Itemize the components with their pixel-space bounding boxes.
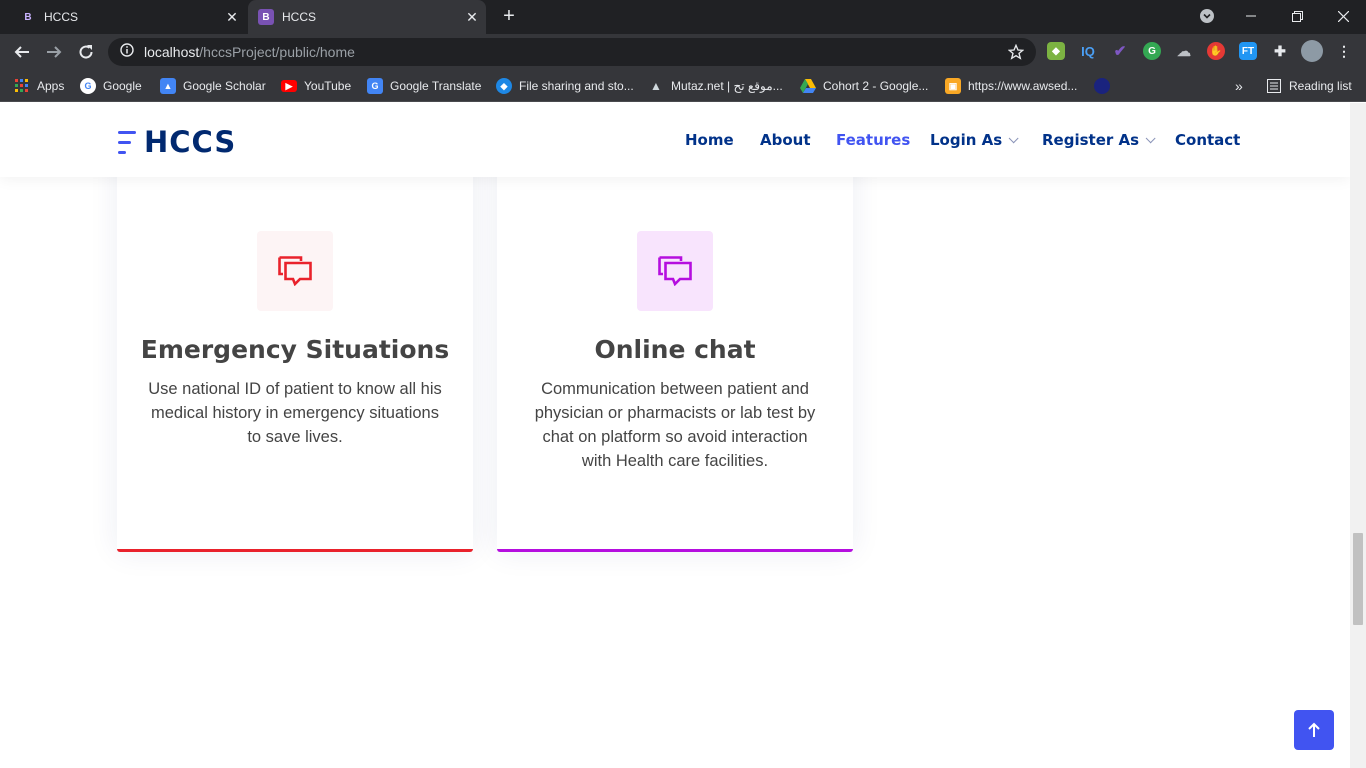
bookmark-label: YouTube [304,79,352,93]
bookmark-label: File sharing and sto... [519,79,634,93]
reload-icon[interactable] [74,40,98,64]
back-to-top-button[interactable] [1294,710,1334,750]
ft-extension-icon[interactable]: FT [1239,42,1257,60]
bookmark-label: Google [103,79,142,93]
mutaz-icon: ▲ [650,79,662,93]
bookmark-apps[interactable]: Apps [14,76,64,96]
browser-tab-bar: B HCCS ✕ B HCCS ✕ + [0,0,1366,34]
bookmark-unnamed[interactable] [1094,76,1117,96]
bookmarks-bar: Apps G Google ▲ Google Scholar ▶ YouTube… [0,70,1366,102]
tab-title: HCCS [44,10,79,24]
bookmark-label: Mutaz.net | موقع تح... [671,79,783,93]
reading-list-button[interactable]: Reading list [1266,76,1352,96]
chevron-down-icon [1145,132,1156,143]
chevron-down-icon [1008,132,1019,143]
card-accent-line [117,549,473,552]
menu-kebab-icon[interactable]: ⋮ [1335,42,1353,60]
minimize-icon[interactable] [1228,0,1274,32]
translate-icon: G [367,78,383,94]
chat-bubbles-icon [637,231,713,311]
browser-tab-active[interactable]: B HCCS ✕ [248,0,486,34]
puzzle-extensions-icon[interactable]: ✚ [1271,42,1289,60]
scrollbar-thumb[interactable] [1353,533,1363,625]
feature-title: Emergency Situations [140,335,450,364]
bootstrap-favicon-icon: B [24,11,32,23]
nav-home[interactable]: Home [685,131,734,149]
feature-description: Communication between patient and physic… [534,380,816,470]
box-icon: ▣ [945,78,961,94]
site-header: HCCS Home About Features Login As Regist… [0,103,1350,177]
bootstrap-favicon-icon: B [258,9,274,25]
site-info-icon[interactable] [120,42,134,62]
google-icon: G [80,78,96,94]
feature-card-online-chat: Online chat Communication between patien… [497,143,853,552]
nav-features[interactable]: Features [836,131,910,149]
tab-search-icon[interactable] [1184,0,1230,32]
check-extension-icon[interactable]: ✔ [1111,42,1129,60]
browser-tab[interactable]: B HCCS ✕ [8,0,246,34]
arrow-up-icon [1308,722,1320,737]
bookmark-awsed[interactable]: ▣ https://www.awsed... [945,76,1077,96]
nav-register-as[interactable]: Register As [1042,131,1156,149]
extension-icon[interactable]: ◆ [1047,42,1065,60]
feature-description: Use national ID of patient to know all h… [148,380,442,446]
reading-list-label: Reading list [1289,79,1352,93]
back-icon[interactable] [10,40,34,64]
page-scrollbar[interactable] [1350,103,1366,768]
bookmark-label: Google Translate [390,79,482,93]
page-viewport: HCCS Home About Features Login As Regist… [0,103,1350,768]
address-bar[interactable]: localhost/hccsProject/public/home [108,38,1036,66]
tab-title: HCCS [282,10,317,24]
logo-mark-icon [116,129,138,155]
nav-contact[interactable]: Contact [1175,131,1240,149]
bookmark-label: Cohort 2 - Google... [823,79,929,93]
close-tab-icon[interactable]: ✕ [224,9,240,25]
url-text: localhost/hccsProject/public/home [144,44,355,60]
drive-icon [800,78,816,94]
grammar-extension-icon[interactable]: G [1143,42,1161,60]
apps-grid-icon [14,78,30,94]
iq-extension-icon[interactable]: IQ [1079,42,1097,60]
nav-login-as-label: Login As [930,131,1003,149]
bookmark-google-scholar[interactable]: ▲ Google Scholar [160,76,266,96]
feature-card-emergency: Emergency Situations Use national ID of … [117,143,473,552]
scholar-icon: ▲ [160,78,176,94]
bookmark-label: Apps [37,79,65,93]
bookmark-favicon-icon [1094,78,1110,94]
bookmark-mutaz[interactable]: ▲ Mutaz.net | موقع تح... [648,76,783,96]
feature-title: Online chat [594,335,756,364]
url-path: /hccsProject/public/home [199,44,355,60]
bookmark-file-sharing[interactable]: ◆ File sharing and sto... [496,76,634,96]
nav-register-as-label: Register As [1042,131,1140,149]
bookmark-star-icon[interactable] [1007,43,1025,65]
logo-text: HCCS [144,125,237,159]
bookmark-youtube[interactable]: ▶ YouTube [281,76,351,96]
bookmark-label: Google Scholar [183,79,266,93]
youtube-icon: ▶ [281,80,297,92]
close-window-icon[interactable] [1320,0,1366,32]
forward-icon[interactable] [42,40,66,64]
bookmark-google-translate[interactable]: G Google Translate [367,76,481,96]
profile-avatar[interactable] [1301,40,1323,62]
url-host: localhost [144,44,200,60]
bookmark-label: https://www.awsed... [968,79,1078,93]
browser-toolbar: localhost/hccsProject/public/home ◆ IQ ✔… [0,34,1366,70]
site-logo[interactable]: HCCS [116,125,236,159]
close-tab-icon[interactable]: ✕ [464,9,480,25]
bookmark-cohort[interactable]: Cohort 2 - Google... [800,76,928,96]
adblock-extension-icon[interactable]: ✋ [1207,42,1225,60]
nav-login-as[interactable]: Login As [930,131,1019,149]
nav-about[interactable]: About [760,131,811,149]
vpn-extension-icon[interactable]: ☁ [1175,42,1193,60]
bookmark-google[interactable]: G Google [80,76,142,96]
restore-icon[interactable] [1274,0,1320,32]
more-bookmarks-label: » [1235,78,1243,94]
reading-list-icon [1266,78,1282,94]
file-sharing-icon: ◆ [496,78,512,94]
more-bookmarks-icon[interactable]: » [1235,76,1243,96]
chat-bubbles-icon [257,231,333,311]
card-accent-line [497,549,853,552]
new-tab-icon[interactable]: + [498,6,520,28]
